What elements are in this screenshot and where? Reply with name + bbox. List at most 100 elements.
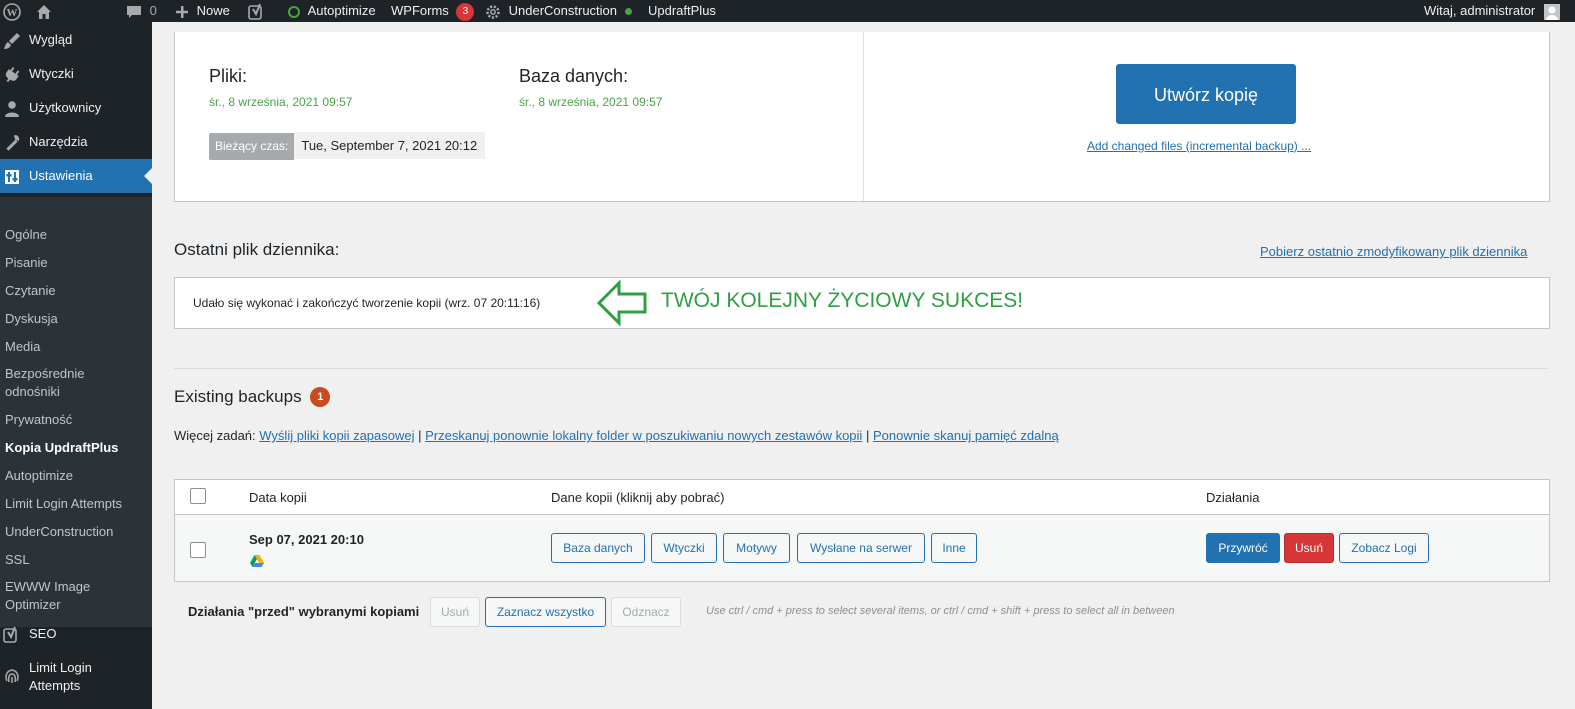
- deselect-button[interactable]: Odznacz: [611, 597, 681, 627]
- menu-users[interactable]: Użytkownicy: [0, 91, 152, 125]
- create-backup-button[interactable]: Utwórz kopię: [1116, 64, 1296, 124]
- menu-appearance-label: Wygląd: [29, 32, 73, 47]
- fingerprint-icon: [5, 669, 19, 683]
- tools-icon: [6, 135, 20, 151]
- menu-limit-login[interactable]: Limit Login Attempts: [0, 658, 152, 698]
- users-icon: [5, 101, 19, 117]
- plus-icon: [176, 5, 188, 18]
- status-dot-icon: [624, 8, 632, 16]
- current-time-label: Bieżący czas:: [209, 133, 295, 160]
- files-last-backup-date: śr., 8 września, 2021 09:57: [209, 95, 353, 109]
- bulk-delete-button[interactable]: Usuń: [430, 597, 480, 627]
- menu-settings[interactable]: Ustawienia: [0, 159, 152, 193]
- yoast-icon[interactable]: [247, 0, 265, 22]
- separator: |: [418, 428, 422, 443]
- green-arrow-icon: [596, 279, 647, 327]
- comment-icon: [127, 5, 141, 18]
- download-uploads-button[interactable]: Wysłane na serwer: [797, 533, 925, 563]
- updraftplus-label: UpdraftPlus: [648, 3, 716, 18]
- menu-tools[interactable]: Narzędzia: [0, 125, 152, 159]
- select-all-checkbox[interactable]: [190, 488, 206, 504]
- wpforms-count-badge: 3: [456, 2, 475, 21]
- backup-status-panel: Pliki: śr., 8 września, 2021 09:57 Baza …: [174, 32, 1550, 202]
- wpforms-item[interactable]: WPForms 3: [391, 0, 475, 22]
- delete-button[interactable]: Usuń: [1284, 533, 1334, 563]
- submenu-updraftplus[interactable]: Kopia UpdraftPlus: [5, 439, 145, 457]
- new-label: Nowe: [196, 3, 230, 18]
- submenu-privacy[interactable]: Prywatność: [5, 411, 145, 429]
- submenu-underconstruction[interactable]: UnderConstruction: [5, 523, 145, 541]
- separator: |: [865, 428, 870, 443]
- menu-appearance[interactable]: Wygląd: [0, 23, 152, 57]
- download-plugins-button[interactable]: Wtyczki: [651, 533, 717, 563]
- bulk-actions-label: Działania "przed" wybranymi kopiami: [188, 604, 420, 619]
- existing-backups-title: Existing backups: [174, 387, 302, 406]
- download-others-button[interactable]: Inne: [931, 533, 977, 563]
- admin-sidebar: Wygląd Wtyczki Użytkownicy Narzędzia Ust…: [0, 22, 152, 709]
- updraftplus-item[interactable]: UpdraftPlus: [648, 0, 716, 22]
- incremental-backup-link[interactable]: Add changed files (incremental backup) .…: [1087, 139, 1311, 153]
- current-menu-arrow: [144, 168, 152, 184]
- comments-item[interactable]: 0: [126, 0, 157, 22]
- row-checkbox[interactable]: [190, 542, 206, 558]
- column-actions: Działania: [1206, 490, 1260, 505]
- submenu-permalinks[interactable]: Bezpośrednie odnośniki: [5, 365, 100, 401]
- panel-divider: [863, 32, 864, 201]
- underconstruction-item[interactable]: UnderConstruction: [485, 0, 632, 22]
- admin-bar: W 0 Nowe Autoptimize WPForms 3 UnderCons…: [0, 0, 1575, 22]
- wpforms-label: WPForms: [391, 3, 449, 18]
- download-themes-button[interactable]: Motywy: [723, 533, 790, 563]
- submenu-autoptimize[interactable]: Autoptimize: [5, 467, 145, 485]
- upload-backup-files-link[interactable]: Wyślij pliki kopii zapasowej: [259, 428, 414, 443]
- new-content-item[interactable]: Nowe: [175, 0, 230, 22]
- download-database-button[interactable]: Baza danych: [551, 533, 645, 563]
- download-log-link[interactable]: Pobierz ostatnio zmodyfikowany plik dzie…: [1260, 244, 1527, 259]
- yoast-icon: [3, 626, 17, 643]
- submenu-discussion[interactable]: Dyskusja: [5, 310, 145, 328]
- database-label: Baza danych:: [519, 66, 629, 86]
- home-icon[interactable]: [35, 0, 53, 22]
- submenu-limit-login[interactable]: Limit Login Attempts: [5, 495, 145, 513]
- my-account-item[interactable]: Witaj, administrator: [1424, 0, 1560, 22]
- backup-date: Sep 07, 2021 20:10: [249, 532, 364, 547]
- submenu-reading[interactable]: Czytanie: [5, 282, 145, 300]
- submenu-ssl[interactable]: SSL: [5, 551, 145, 569]
- menu-settings-label: Ustawienia: [29, 168, 93, 183]
- existing-backups-heading: Existing backups 1: [174, 387, 331, 407]
- menu-limit-login-label: Limit Login Attempts: [29, 660, 92, 693]
- gear-icon: [486, 4, 500, 19]
- submenu-writing[interactable]: Pisanie: [5, 254, 145, 272]
- log-message-box: Udało się wykonać i zakończyć tworzenie …: [174, 277, 1550, 329]
- google-drive-icon: [250, 555, 264, 567]
- menu-plugins-label: Wtyczki: [29, 66, 74, 81]
- menu-users-label: Użytkownicy: [29, 100, 102, 115]
- submenu-ewww[interactable]: EWWW Image Optimizer: [5, 578, 100, 614]
- column-backup-data: Dane kopii (kliknij aby pobrać): [551, 490, 725, 505]
- autoptimize-label: Autoptimize: [307, 3, 376, 18]
- table-row[interactable]: Sep 07, 2021 20:10 Baza danych Wtyczki M…: [175, 515, 1549, 581]
- avatar-user-icon: [1545, 6, 1558, 20]
- select-all-button[interactable]: Zaznacz wszystko: [485, 597, 606, 627]
- autoptimize-item[interactable]: Autoptimize: [288, 0, 376, 22]
- menu-plugins[interactable]: Wtyczki: [0, 57, 152, 91]
- paint-brush-icon: [4, 33, 20, 49]
- settings-icon: [5, 170, 19, 184]
- more-tasks-row: Więcej zadań: Wyślij pliki kopii zapasow…: [174, 428, 1059, 443]
- database-last-backup-date: śr., 8 września, 2021 09:57: [519, 95, 663, 109]
- restore-button[interactable]: Przywróć: [1206, 533, 1280, 563]
- submenu-media[interactable]: Media: [5, 338, 145, 356]
- table-header: Data kopii Dane kopii (kliknij aby pobra…: [175, 480, 1549, 515]
- submenu-general[interactable]: Ogólne: [5, 226, 145, 244]
- existing-backups-count-badge: 1: [310, 387, 331, 407]
- menu-seo[interactable]: SEO: [0, 617, 152, 651]
- view-log-button[interactable]: Zobacz Logi: [1339, 533, 1429, 563]
- wordpress-logo-icon[interactable]: W: [3, 0, 21, 22]
- rescan-remote-storage-link[interactable]: Ponownie skanuj pamięć zdalną: [873, 428, 1059, 443]
- selection-hint: Use ctrl / cmd + press to select several…: [706, 605, 1175, 617]
- rescan-local-folder-link[interactable]: Przeskanuj ponownie lokalny folder w pos…: [425, 428, 862, 443]
- greeting-text: Witaj, administrator: [1424, 3, 1536, 18]
- current-time-box: Bieżący czas: Tue, September 7, 2021 20:1…: [209, 132, 486, 160]
- underconstruction-label: UnderConstruction: [508, 3, 618, 18]
- log-message: Udało się wykonać i zakończyć tworzenie …: [193, 296, 541, 310]
- status-circle-icon: [288, 5, 300, 18]
